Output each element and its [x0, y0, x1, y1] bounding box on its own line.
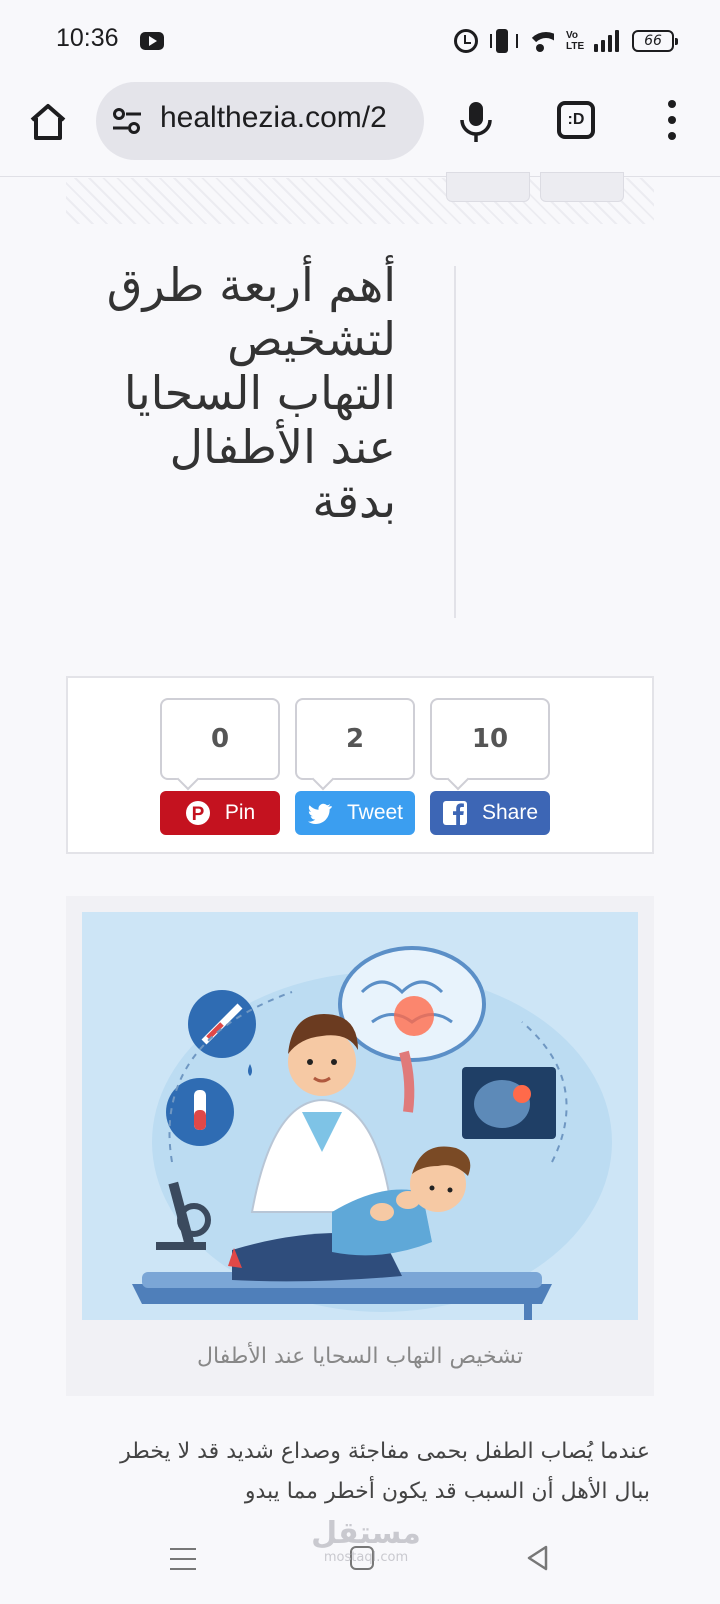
home-icon[interactable] [26, 100, 70, 144]
back-icon[interactable] [524, 1544, 552, 1572]
doctor-child-illustration[interactable] [82, 912, 638, 1320]
status-time: 10:36 [56, 24, 119, 52]
twitter-bird-icon [307, 800, 333, 826]
article-figure: تشخيص التهاب السحايا عند الأطفال [66, 896, 654, 1396]
facebook-icon [442, 800, 468, 826]
twitter-count: 2 [295, 698, 415, 780]
status-icons: Vo LTE 66 [454, 26, 678, 56]
facebook-count: 10 [430, 698, 550, 780]
svg-text:P: P [191, 804, 204, 825]
header-strip [66, 172, 654, 224]
pin-label: Pin [224, 801, 256, 824]
tweet-button[interactable]: Tweet [295, 791, 415, 835]
pinterest-icon: P [185, 800, 211, 826]
article-title: أهم أربعة طرق لتشخيص التهاب السحايا عند … [106, 258, 396, 528]
vibrate-icon [490, 29, 518, 53]
share-box: 0 P Pin 2 Tweet 10 Share [66, 676, 654, 854]
twitter-share: 2 Tweet [295, 698, 415, 835]
url-text[interactable]: healthezia.com/2 [160, 101, 410, 135]
battery-icon: 66 [632, 30, 678, 52]
watermark-logo: مستقل [311, 1516, 421, 1551]
url-bar[interactable]: healthezia.com/2 [96, 82, 424, 160]
wifi-icon [526, 30, 554, 52]
title-block: أهم أربعة طرق لتشخيص التهاب السحايا عند … [96, 258, 396, 528]
image-caption: تشخيص التهاب السحايا عند الأطفال [197, 1344, 523, 1369]
more-menu-icon[interactable] [664, 100, 680, 140]
share-label: Share [481, 801, 539, 824]
pinterest-count: 0 [160, 698, 280, 780]
tabs-icon[interactable]: :D [557, 101, 595, 139]
header-button[interactable] [446, 172, 530, 202]
facebook-share: 10 Share [430, 698, 550, 835]
status-bar: 10:36 Vo LTE 66 [0, 0, 720, 80]
share-button[interactable]: Share [430, 791, 550, 835]
tweet-label: Tweet [346, 801, 404, 824]
header-button[interactable] [540, 172, 624, 202]
pinterest-share: 0 P Pin [160, 698, 280, 835]
site-settings-icon[interactable] [112, 108, 142, 134]
youtube-icon [140, 32, 164, 50]
browser-toolbar: healthezia.com/2 :D [0, 80, 720, 177]
recents-icon[interactable] [170, 1548, 196, 1570]
watermark-url: mostaql.com [323, 1550, 409, 1565]
signal-icon [594, 30, 620, 52]
article-intro: عندما يُصاب الطفل بحمى مفاجئة وصداع شديد… [120, 1439, 650, 1504]
alarm-icon [454, 29, 478, 53]
title-divider [454, 266, 456, 618]
pin-button[interactable]: P Pin [160, 791, 280, 835]
volte-icon: Vo LTE [566, 30, 585, 52]
mic-icon[interactable] [456, 98, 496, 146]
